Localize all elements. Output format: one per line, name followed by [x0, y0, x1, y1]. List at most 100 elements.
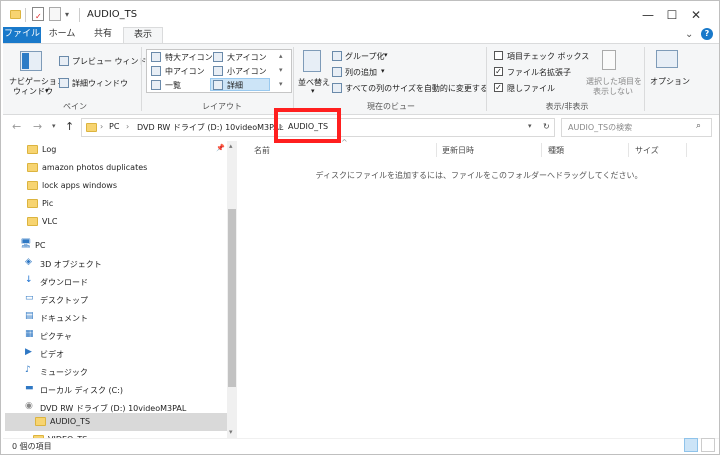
- column-type[interactable]: 種類: [548, 145, 564, 156]
- item-checkboxes-checkbox[interactable]: [494, 51, 503, 60]
- search-box[interactable]: AUDIO_TSの検索 ⌕: [561, 118, 712, 137]
- file-list[interactable]: 名前 ^ 更新日時 種類 サイズ: [241, 138, 717, 437]
- item-count: 0 個の項目: [12, 442, 52, 451]
- nav-item[interactable]: ♪ ミュージック: [3, 363, 225, 381]
- layout-medium[interactable]: 中アイコン: [165, 66, 205, 77]
- search-input[interactable]: AUDIO_TSの検索: [568, 122, 632, 133]
- preview-pane-button[interactable]: プレビュー ウィンドウ: [72, 56, 155, 67]
- forward-icon[interactable]: →: [33, 120, 42, 133]
- column-date-modified[interactable]: 更新日時: [442, 145, 474, 156]
- chevron-down-icon[interactable]: ▾: [381, 67, 385, 75]
- size-all-columns-button[interactable]: すべての列のサイズを自動的に変更する: [345, 83, 488, 94]
- recent-locations-icon[interactable]: ▾: [52, 122, 56, 130]
- nav-item[interactable]: AUDIO_TS: [5, 413, 227, 431]
- hidden-items-label[interactable]: 隠しファイル: [507, 83, 555, 94]
- layout-list[interactable]: 一覧: [165, 80, 181, 91]
- nav-item[interactable]: ▦ ピクチャ: [3, 327, 225, 345]
- nav-item-label: ローカル ディスク (C:): [40, 386, 124, 395]
- nav-item[interactable]: Log: [3, 141, 225, 159]
- up-icon[interactable]: ↑: [65, 120, 74, 133]
- folder-icon: [10, 10, 21, 19]
- scroll-up-icon[interactable]: ▴: [279, 52, 283, 60]
- chevron-down-icon[interactable]: ⌄: [685, 29, 693, 40]
- nav-item[interactable]: Pic: [3, 195, 225, 213]
- folder-icon: [27, 217, 38, 226]
- list-icon: [151, 80, 161, 90]
- help-icon[interactable]: ?: [701, 28, 713, 40]
- address-dropdown-icon[interactable]: ▾: [528, 122, 532, 130]
- chevron-right-icon[interactable]: ›: [126, 122, 129, 131]
- pin-icon[interactable]: 📌: [216, 144, 225, 152]
- group-label-show-hide: 表示/非表示: [545, 102, 589, 111]
- group-by-button[interactable]: グループ化: [345, 51, 385, 62]
- add-columns-button[interactable]: 列の追加: [345, 67, 377, 78]
- hidden-items-checkbox[interactable]: ✓: [494, 83, 503, 92]
- layout-extra-large[interactable]: 特大アイコン: [165, 52, 213, 63]
- nav-item-label: VLC: [42, 217, 58, 226]
- details-pane-button[interactable]: 詳細ウィンドウ: [72, 78, 128, 89]
- scroll-down-icon[interactable]: ▾: [279, 66, 283, 74]
- close-button[interactable]: ✕: [673, 1, 719, 29]
- layout-details[interactable]: 詳細: [227, 80, 243, 91]
- column-name[interactable]: 名前: [254, 145, 270, 156]
- tab-file[interactable]: ファイル: [3, 27, 41, 43]
- back-icon[interactable]: ←: [12, 120, 21, 133]
- pic-icon: ▦: [25, 329, 34, 339]
- nav-item-label: ダウンロード: [40, 278, 88, 287]
- nav-item[interactable]: 🖥 PC: [3, 237, 225, 255]
- options-icon[interactable]: [656, 50, 678, 68]
- details-view-icon[interactable]: [684, 438, 698, 452]
- music-icon: ♪: [25, 365, 31, 375]
- chevron-down-icon[interactable]: ▾: [384, 51, 388, 59]
- properties-icon[interactable]: ✓: [32, 7, 44, 21]
- column-size[interactable]: サイズ: [635, 145, 659, 156]
- file-extensions-label[interactable]: ファイル名拡張子: [507, 67, 571, 78]
- search-icon[interactable]: ⌕: [696, 121, 701, 131]
- nav-item[interactable]: ▭ デスクトップ: [3, 291, 225, 309]
- details-pane-icon[interactable]: [59, 78, 69, 88]
- breadcrumb-dvd[interactable]: DVD RW ドライブ (D:) 10videoM3PAL: [137, 122, 283, 133]
- customize-quick-access-icon[interactable]: ▾: [65, 10, 69, 19]
- nav-item[interactable]: ◈ 3D オブジェクト: [3, 255, 225, 273]
- expand-gallery-icon[interactable]: ▾: [279, 80, 283, 88]
- chevron-down-icon[interactable]: ▾: [311, 87, 315, 95]
- sort-icon[interactable]: [303, 50, 321, 72]
- nav-item-label: ピクチャ: [40, 332, 72, 341]
- nav-item-label: amazon photos duplicates: [42, 163, 148, 172]
- layout-large[interactable]: 大アイコン: [227, 52, 267, 63]
- scroll-down-icon[interactable]: ▾: [229, 428, 233, 436]
- nav-item[interactable]: ▶ ビデオ: [3, 345, 225, 363]
- nav-item[interactable]: ▤ ドキュメント: [3, 309, 225, 327]
- nav-item-label: デスクトップ: [40, 296, 88, 305]
- hide-selected-button-2[interactable]: 表示しない: [593, 86, 633, 97]
- preview-pane-icon[interactable]: [59, 56, 69, 66]
- nav-item[interactable]: lock apps windows: [3, 177, 225, 195]
- breadcrumb-pc[interactable]: PC: [109, 122, 119, 131]
- nav-item[interactable]: amazon photos duplicates: [3, 159, 225, 177]
- options-button[interactable]: オプション: [650, 76, 690, 87]
- nav-item[interactable]: ↓ ダウンロード: [3, 273, 225, 291]
- empty-folder-message: ディスクにファイルを追加するには、ファイルをこのフォルダーへドラッグしてください…: [315, 171, 643, 180]
- nav-item[interactable]: VLC: [3, 213, 225, 231]
- nav-item[interactable]: ▬ ローカル ディスク (C:): [3, 381, 225, 399]
- tab-home[interactable]: ホーム: [43, 27, 81, 43]
- nav-scrollbar-thumb[interactable]: [228, 209, 236, 387]
- chevron-right-icon[interactable]: ›: [100, 122, 103, 131]
- divider: [628, 143, 629, 157]
- scroll-up-icon[interactable]: ▴: [229, 142, 233, 150]
- large-icons-view-icon[interactable]: [701, 438, 715, 452]
- navigation-pane-icon[interactable]: [20, 51, 42, 71]
- ribbon-tabs: ファイル ホーム 共有 表示 ⌄ ?: [1, 27, 719, 44]
- medium-icons-icon: [151, 66, 161, 76]
- file-extensions-checkbox[interactable]: ✓: [494, 67, 503, 76]
- nav-item[interactable]: VIDEO_TS: [3, 431, 225, 438]
- item-checkboxes-label[interactable]: 項目チェック ボックス: [507, 51, 589, 62]
- refresh-icon[interactable]: ↻: [543, 122, 550, 131]
- tab-share[interactable]: 共有: [83, 27, 123, 43]
- layout-small[interactable]: 小アイコン: [227, 66, 267, 77]
- folder-icon: [27, 163, 38, 172]
- new-folder-icon[interactable]: [49, 7, 61, 21]
- hide-selected-icon[interactable]: [602, 50, 616, 70]
- chevron-down-icon[interactable]: ▾: [45, 87, 49, 95]
- tab-view[interactable]: 表示: [123, 27, 163, 44]
